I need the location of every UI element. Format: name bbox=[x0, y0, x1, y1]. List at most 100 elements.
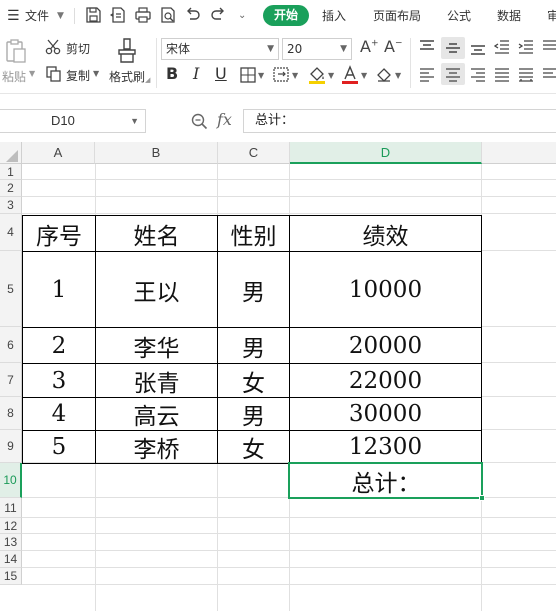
column-header-e[interactable] bbox=[482, 142, 556, 164]
table-cell[interactable]: 女 bbox=[218, 431, 289, 463]
undo-icon[interactable] bbox=[184, 6, 202, 24]
header-cell-gender[interactable]: 性别 bbox=[218, 216, 289, 251]
column-header-c[interactable]: C bbox=[218, 142, 290, 164]
font-color-icon[interactable] bbox=[341, 65, 359, 85]
format-painter-button[interactable]: 格式刷 bbox=[109, 68, 145, 85]
clear-format-dropdown-icon[interactable]: ▼ bbox=[395, 71, 401, 80]
table-cell[interactable]: 20000 bbox=[290, 328, 481, 363]
justify-icon[interactable] bbox=[494, 68, 510, 82]
print-preview-icon[interactable] bbox=[159, 6, 177, 24]
header-cell-performance[interactable]: 绩效 bbox=[290, 216, 481, 251]
table-cell[interactable]: 女 bbox=[218, 364, 289, 397]
fill-color-dropdown-icon[interactable]: ▼ bbox=[328, 71, 334, 80]
align-right-icon[interactable] bbox=[470, 68, 486, 82]
column-header-b[interactable]: B bbox=[95, 142, 218, 164]
copy-button[interactable]: 复制 bbox=[66, 67, 90, 84]
text-direction-icon[interactable] bbox=[542, 40, 556, 54]
increase-indent-icon[interactable] bbox=[518, 40, 534, 54]
menu-file[interactable]: 文件 bbox=[25, 0, 49, 32]
tab-page-layout[interactable]: 页面布局 bbox=[373, 0, 421, 32]
row-header-4[interactable]: 4 bbox=[0, 214, 22, 251]
row-header-13[interactable]: 13 bbox=[0, 534, 22, 551]
tab-insert[interactable]: 插入 bbox=[322, 0, 346, 32]
select-all-corner[interactable] bbox=[0, 142, 22, 164]
table-cell[interactable]: 2 bbox=[23, 328, 95, 363]
row-header-8[interactable]: 8 bbox=[0, 397, 22, 430]
hamburger-menu-icon[interactable]: ☰ bbox=[7, 0, 20, 32]
row-header-6[interactable]: 6 bbox=[0, 327, 22, 363]
print-icon[interactable] bbox=[134, 6, 152, 24]
table-cell[interactable]: 男 bbox=[218, 398, 289, 430]
borders-dropdown-icon[interactable]: ▼ bbox=[258, 71, 264, 80]
font-name-select[interactable]: 宋体 ▼ bbox=[161, 38, 279, 60]
paste-icon[interactable] bbox=[4, 38, 28, 64]
increase-font-size-icon[interactable]: A+ bbox=[360, 37, 379, 56]
align-bottom-icon[interactable] bbox=[470, 41, 486, 55]
row-header-15[interactable]: 15 bbox=[0, 568, 22, 585]
export-pdf-icon[interactable] bbox=[109, 6, 127, 24]
paste-dropdown-icon[interactable]: ▼ bbox=[29, 69, 35, 78]
table-cell[interactable]: 22000 bbox=[290, 364, 481, 397]
underline-icon[interactable]: U bbox=[215, 64, 227, 83]
formula-input[interactable]: 总计： bbox=[243, 109, 556, 133]
row-header-11[interactable]: 11 bbox=[0, 498, 22, 518]
column-header-a[interactable]: A bbox=[22, 142, 95, 164]
zoom-search-icon[interactable] bbox=[191, 113, 208, 130]
merge-cells-icon[interactable] bbox=[273, 67, 291, 83]
row-header-3[interactable]: 3 bbox=[0, 197, 22, 214]
row-header-2[interactable]: 2 bbox=[0, 180, 22, 197]
wrap-text-icon[interactable] bbox=[542, 68, 556, 82]
table-cell[interactable]: 12300 bbox=[290, 431, 481, 463]
row-header-1[interactable]: 1 bbox=[0, 164, 22, 180]
table-cell[interactable]: 高云 bbox=[96, 398, 217, 430]
table-cell[interactable]: 1 bbox=[23, 252, 95, 327]
decrease-font-size-icon[interactable]: A− bbox=[384, 37, 403, 56]
table-cell[interactable]: 男 bbox=[218, 328, 289, 363]
insert-function-icon[interactable]: fx bbox=[217, 110, 232, 129]
redo-icon[interactable] bbox=[209, 6, 227, 24]
table-cell[interactable]: 3 bbox=[23, 364, 95, 397]
align-left-icon[interactable] bbox=[419, 68, 435, 82]
merge-dropdown-icon[interactable]: ▼ bbox=[292, 71, 298, 80]
decrease-indent-icon[interactable] bbox=[494, 40, 510, 54]
clear-format-icon[interactable] bbox=[375, 67, 393, 83]
copy-dropdown-icon[interactable]: ▼ bbox=[93, 69, 99, 78]
column-header-d[interactable]: D bbox=[290, 142, 482, 164]
table-cell[interactable]: 4 bbox=[23, 398, 95, 430]
distributed-align-icon[interactable] bbox=[518, 68, 534, 82]
font-size-select[interactable]: 20 ▼ bbox=[282, 38, 352, 60]
table-cell[interactable]: 张青 bbox=[96, 364, 217, 397]
table-cell[interactable]: 10000 bbox=[290, 252, 481, 327]
header-cell-serial[interactable]: 序号 bbox=[23, 216, 95, 251]
align-middle-icon[interactable] bbox=[445, 41, 461, 55]
borders-icon[interactable] bbox=[240, 67, 256, 83]
align-center-icon[interactable] bbox=[445, 68, 461, 82]
row-header-5[interactable]: 5 bbox=[0, 251, 22, 327]
bold-icon[interactable]: B bbox=[166, 64, 178, 83]
chevron-down-icon[interactable]: ▼ bbox=[57, 0, 64, 32]
cut-button[interactable]: 剪切 bbox=[66, 40, 90, 57]
table-cell[interactable]: 5 bbox=[23, 431, 95, 463]
italic-icon[interactable]: I bbox=[193, 64, 199, 83]
paste-button[interactable]: 粘贴 bbox=[2, 68, 26, 85]
row-header-9[interactable]: 9 bbox=[0, 430, 22, 463]
font-color-dropdown-icon[interactable]: ▼ bbox=[361, 71, 367, 80]
table-cell[interactable]: 30000 bbox=[290, 398, 481, 430]
table-cell[interactable]: 男 bbox=[218, 252, 289, 327]
tab-home[interactable]: 开始 bbox=[263, 5, 309, 26]
row-header-10[interactable]: 10 bbox=[0, 463, 22, 498]
fill-handle[interactable] bbox=[479, 495, 485, 501]
name-box[interactable]: D10 ▼ bbox=[0, 109, 146, 133]
fill-color-icon[interactable] bbox=[307, 65, 327, 85]
align-top-icon[interactable] bbox=[419, 40, 435, 54]
header-cell-name[interactable]: 姓名 bbox=[96, 216, 217, 251]
row-header-12[interactable]: 12 bbox=[0, 518, 22, 534]
table-cell[interactable]: 王以 bbox=[96, 252, 217, 327]
tab-data[interactable]: 数据 bbox=[497, 0, 521, 32]
table-cell[interactable]: 李华 bbox=[96, 328, 217, 363]
table-cell[interactable]: 李桥 bbox=[96, 431, 217, 463]
row-header-7[interactable]: 7 bbox=[0, 363, 22, 397]
tab-formulas[interactable]: 公式 bbox=[447, 0, 471, 32]
row-header-14[interactable]: 14 bbox=[0, 551, 22, 568]
quick-access-more-icon[interactable]: ⌄ bbox=[238, 0, 246, 32]
